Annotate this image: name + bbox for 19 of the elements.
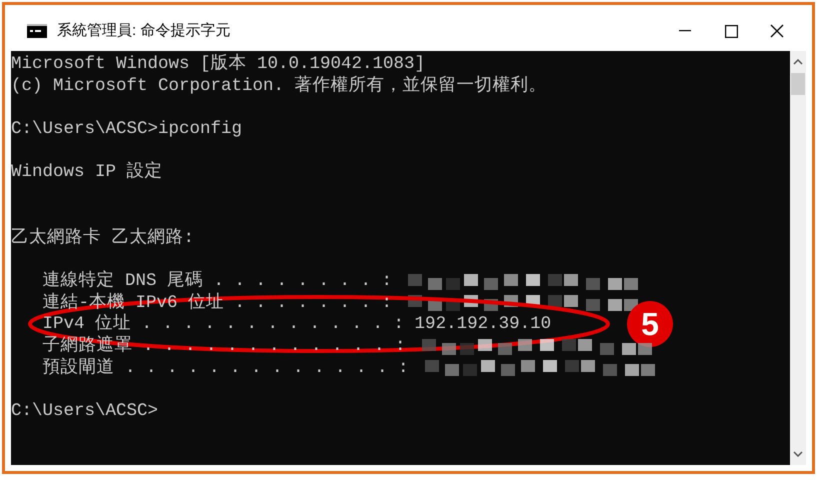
maximize-icon	[724, 24, 738, 38]
step-badge: 5	[627, 301, 673, 348]
scroll-up-icon[interactable]	[793, 59, 803, 65]
console-line: Windows IP 設定	[11, 162, 163, 184]
console-icon	[27, 24, 47, 38]
scroll-thumb[interactable]	[791, 73, 805, 95]
console-line: 預設閘道 . . . . . . . . . . . . . :	[42, 358, 409, 380]
console-line: C:\Users\ACSC>ipconfig	[11, 119, 242, 141]
console-line: C:\Users\ACSC>	[11, 401, 158, 423]
window-title: 系統管理員: 命令提示字元	[57, 20, 230, 41]
console-line: IPv4 位址 . . . . . . . . . . . . : 192.192.39.10	[42, 314, 552, 335]
console-line: Microsoft Windows [版本 10.0.19042.1083]	[11, 54, 426, 76]
scroll-down-icon[interactable]	[793, 451, 803, 457]
minimize-icon	[679, 30, 691, 32]
console-line: 乙太網路卡 乙太網路:	[11, 228, 194, 250]
console-line: 連線特定 DNS 尾碼 . . . . . . . . :	[42, 270, 392, 292]
scrollbar[interactable]	[790, 51, 806, 465]
close-icon	[770, 24, 784, 38]
console-line: (c) Microsoft Corporation. 著作權所有，並保留一切權利。	[11, 76, 547, 98]
